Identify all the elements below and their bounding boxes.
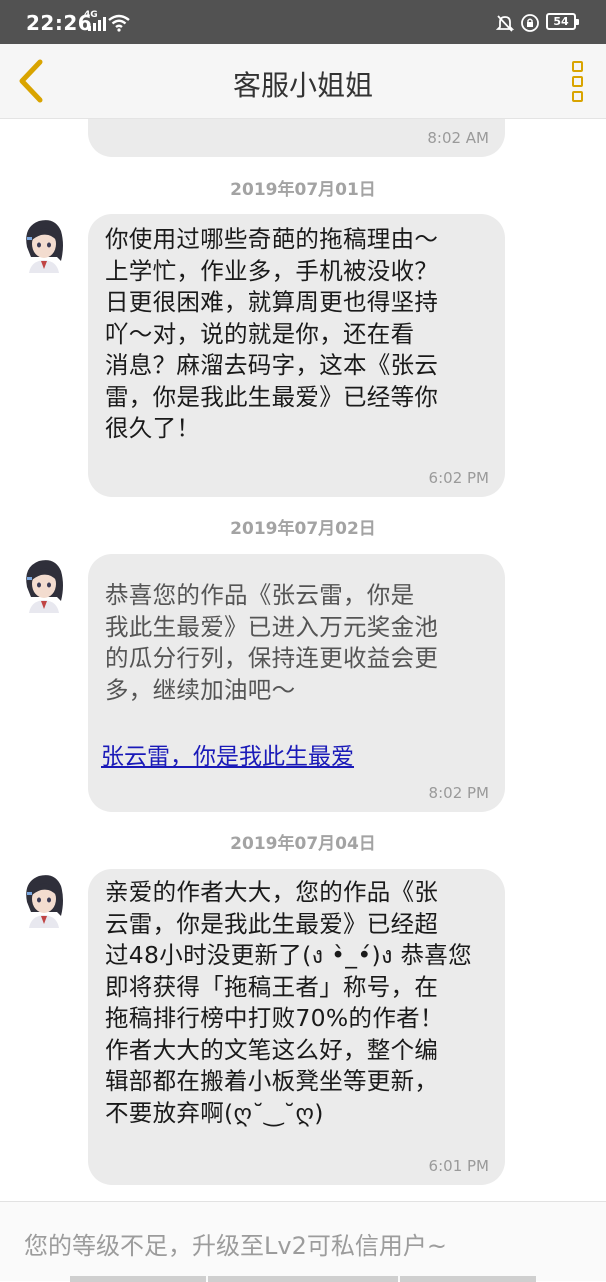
message-input-area[interactable]: 您的等级不足，升级至Lv2可私信用户~	[0, 1201, 606, 1282]
message-time: 8:02 AM	[427, 129, 489, 147]
app-header: 客服小姐姐	[0, 44, 606, 119]
message-time: 6:01 PM	[428, 1157, 489, 1175]
page-title: 客服小姐姐	[232, 69, 373, 102]
menu-dot-icon	[572, 61, 583, 72]
message-bubble: 8:02 AM	[88, 119, 505, 157]
message-bubble: 亲爱的作者大大，您的作品《张 云雷，你是我此生最爱》已经超 过48小时没更新了(…	[88, 869, 505, 1185]
rotation-lock-icon	[521, 14, 539, 32]
message-bubble: 你使用过哪些奇葩的拖稿理由～ 上学忙，作业多，手机被没收？ 日更很困难，就算周更…	[88, 214, 505, 497]
wifi-icon	[108, 14, 130, 32]
message-text: 你使用过哪些奇葩的拖稿理由～ 上学忙，作业多，手机被没收？ 日更很困难，就算周更…	[105, 225, 439, 442]
signal-bars-icon	[88, 17, 106, 31]
bottom-tab-indicator[interactable]	[208, 1276, 398, 1282]
message-time: 8:02 PM	[428, 784, 489, 802]
avatar-girl-icon	[26, 220, 63, 273]
bottom-tab-indicator[interactable]	[70, 1276, 206, 1282]
bottom-tab-indicator[interactable]	[400, 1276, 536, 1282]
menu-dot-icon	[572, 91, 583, 102]
avatar-girl-icon	[26, 560, 63, 613]
avatar[interactable]	[21, 557, 67, 613]
date-separator: 2019年07月02日	[230, 519, 376, 539]
status-bar: 22:26 4G 54	[0, 0, 606, 44]
date-separator: 2019年07月01日	[230, 180, 376, 200]
message-bubble: 恭喜您的作品《张云雷，你是 我此生最爱》已进入万元奖金池 的瓜分行列，保持连更收…	[88, 554, 505, 812]
work-title-link[interactable]: 张云雷，你是我此生最爱	[101, 737, 354, 771]
message-text: 恭喜您的作品《张云雷，你是 我此生最爱》已进入万元奖金池 的瓜分行列，保持连更收…	[105, 581, 439, 704]
muted-bell-icon	[495, 15, 515, 32]
status-time: 22:26	[26, 11, 93, 35]
message-text: 亲爱的作者大大，您的作品《张 云雷，你是我此生最爱》已经超 过48小时没更新了(…	[105, 878, 472, 1127]
menu-dot-icon	[572, 76, 583, 87]
input-disabled-hint: 您的等级不足，升级至Lv2可私信用户~	[24, 1232, 447, 1260]
avatar-girl-icon	[26, 875, 63, 928]
date-separator: 2019年07月04日	[230, 834, 376, 854]
battery-indicator: 54	[546, 13, 579, 30]
avatar[interactable]	[21, 217, 67, 273]
message-time: 6:02 PM	[428, 469, 489, 487]
chat-list[interactable]: 8:02 AM 2019年07月01日 你使用过哪些奇葩的拖稿理由～ 上学忙，作…	[0, 119, 606, 1201]
more-options-button[interactable]	[566, 60, 588, 104]
avatar[interactable]	[21, 872, 67, 928]
